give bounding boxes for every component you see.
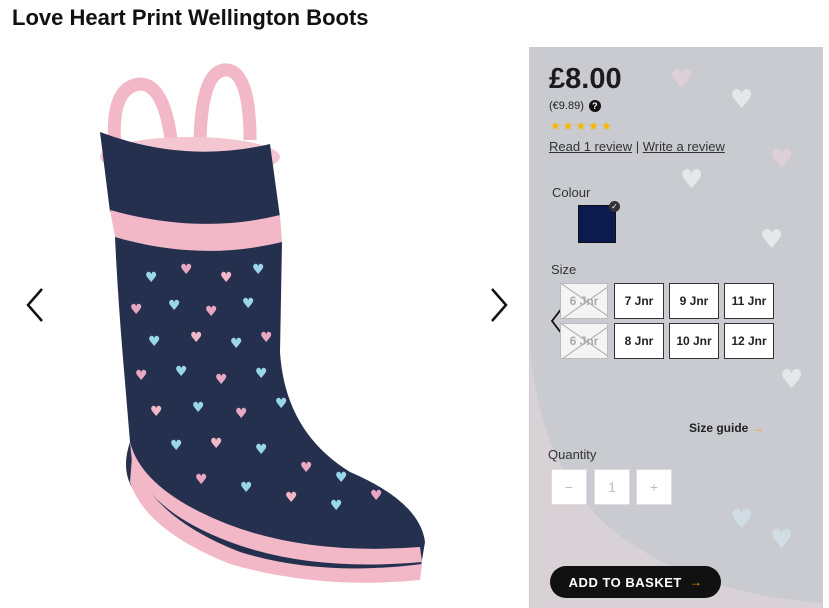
product-gallery: ♥ ♥ ♥ ♥ ♥ ♥ ♥ ♥ ♥ ♥ ♥ ♥ ♥ ♥ ♥ ♥ ♥ ♥ ♥ ♥ ♥ ♥ ♥ ♥ ♥ ♥ ♥ ♥ ♥ ♥ (0, 40, 525, 607)
star-icon: ★ (575, 119, 587, 133)
svg-text:♥: ♥ (168, 298, 181, 314)
svg-text:♥: ♥ (215, 372, 228, 388)
svg-text:♥: ♥ (252, 262, 265, 278)
svg-text:♥: ♥ (170, 438, 183, 454)
check-icon: ✓ (609, 201, 620, 212)
size-option-6-jnr[interactable]: 6 Jnr (560, 283, 608, 319)
size-option-label: 6 Jnr (569, 294, 599, 308)
arrow-right-icon: → (689, 575, 703, 589)
reviews-links: Read 1 review | Write a review (549, 139, 725, 154)
add-to-basket-label: ADD TO BASKET (568, 574, 682, 590)
size-label: Size (551, 262, 577, 277)
quantity-increase-button[interactable]: + (636, 469, 672, 505)
size-guide-label: Size guide (689, 421, 749, 435)
quantity-decrease-button[interactable]: − (551, 469, 587, 505)
svg-text:♥: ♥ (285, 490, 298, 506)
quantity-label: Quantity (548, 447, 597, 462)
svg-text:♥: ♥ (192, 400, 205, 416)
size-option-12-jnr[interactable]: 12 Jnr (724, 323, 774, 359)
size-option-8-jnr[interactable]: 8 Jnr (614, 323, 664, 359)
product-image: ♥ ♥ ♥ ♥ ♥ ♥ ♥ ♥ ♥ ♥ ♥ ♥ ♥ ♥ ♥ ♥ ♥ ♥ ♥ ♥ ♥ ♥ ♥ ♥ ♥ ♥ ♥ ♥ ♥ ♥ (90, 52, 440, 592)
svg-text:♥: ♥ (235, 406, 248, 422)
svg-text:♥: ♥ (255, 366, 268, 382)
svg-text:♥: ♥ (130, 302, 143, 318)
svg-text:♥: ♥ (275, 396, 288, 412)
size-option-11-jnr[interactable]: 11 Jnr (724, 283, 774, 319)
star-icon: ★ (550, 119, 561, 133)
svg-text:♥: ♥ (148, 334, 161, 350)
svg-text:♥: ♥ (335, 470, 348, 486)
price: £8.00 (549, 63, 622, 95)
wellington-boot-illustration: ♥ ♥ ♥ ♥ ♥ ♥ ♥ ♥ ♥ ♥ ♥ ♥ ♥ ♥ ♥ ♥ ♥ ♥ ♥ ♥ ♥ ♥ ♥ ♥ ♥ ♥ ♥ ♥ ♥ ♥ (100, 63, 425, 583)
svg-text:♥: ♥ (135, 368, 148, 384)
gallery-next-button[interactable] (484, 285, 514, 325)
colour-label: Colour (552, 185, 591, 200)
price-eur: (€9.89) ? (549, 100, 601, 112)
star-icon: ★ (601, 119, 612, 133)
svg-text:♥: ♥ (220, 270, 233, 286)
svg-text:♥: ♥ (240, 480, 253, 496)
chevron-right-icon (491, 288, 508, 322)
svg-text:♥: ♥ (190, 330, 203, 346)
product-title: Love Heart Print Wellington Boots (12, 5, 369, 30)
svg-text:♥: ♥ (370, 488, 383, 504)
price-eur-value: (€9.89) (549, 100, 584, 112)
svg-text:♥: ♥ (230, 336, 243, 352)
size-option-7-jnr[interactable]: 7 Jnr (614, 283, 664, 319)
size-guide-link[interactable]: Size guide → (689, 421, 764, 435)
review-separator: | (635, 139, 640, 154)
size-option-label: 6 Jnr (569, 334, 599, 348)
svg-text:♥: ♥ (255, 442, 268, 458)
svg-text:♥: ♥ (330, 498, 343, 514)
svg-text:♥: ♥ (180, 262, 193, 278)
svg-text:♥: ♥ (150, 404, 163, 420)
size-option-6-jnr[interactable]: 6 Jnr (560, 323, 608, 359)
svg-text:♥: ♥ (260, 330, 273, 346)
chevron-left-icon (26, 288, 43, 322)
write-review-link[interactable]: Write a review (643, 139, 725, 154)
svg-text:♥: ♥ (195, 472, 208, 488)
help-icon[interactable]: ? (588, 100, 601, 112)
svg-text:♥: ♥ (175, 364, 188, 380)
svg-text:♥: ♥ (300, 460, 313, 476)
svg-text:♥: ♥ (210, 436, 223, 452)
size-option-10-jnr[interactable]: 10 Jnr (669, 323, 719, 359)
quantity-input[interactable]: 1 (594, 469, 630, 505)
svg-text:♥: ♥ (145, 270, 158, 286)
read-reviews-link[interactable]: Read 1 review (549, 139, 632, 154)
arrow-right-icon: → (751, 421, 764, 435)
product-options-panel: ♥ ♥ ♥ ♥ ♥ ♥ ♥ ♥ £8.00 (€9.89) ? ★ ★ ★ ★ ★ Rea… (529, 47, 823, 608)
star-icon: ★ (588, 119, 600, 133)
gallery-prev-button[interactable] (20, 285, 50, 325)
rating-stars: ★ ★ ★ ★ ★ (550, 120, 612, 132)
svg-text:♥: ♥ (205, 304, 218, 320)
size-option-9-jnr[interactable]: 9 Jnr (669, 283, 719, 319)
star-icon: ★ (562, 119, 574, 133)
colour-swatch-navy[interactable]: ✓ (578, 201, 620, 243)
svg-text:♥: ♥ (242, 296, 255, 312)
add-to-basket-button[interactable]: ADD TO BASKET → (550, 566, 721, 598)
